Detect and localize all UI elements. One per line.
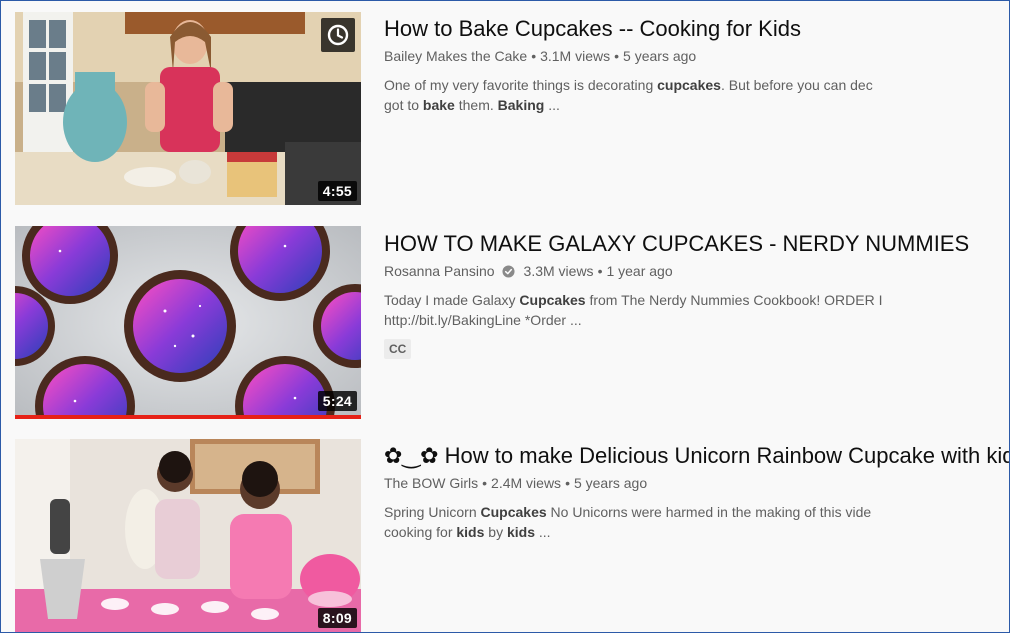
highlighted-term: cupcakes <box>657 77 721 93</box>
description-text: Spring Unicorn <box>384 504 481 520</box>
video-thumbnail[interactable]: 8:09 <box>15 439 361 632</box>
video-description: Today I made Galaxy Cupcakes from The Ne… <box>384 290 1009 330</box>
video-meta: ✿‿✿ How to make Delicious Unicorn Rainbo… <box>384 439 1009 542</box>
thumbnail-image-galaxy-cupcakes <box>15 226 361 419</box>
video-description: Spring Unicorn Cupcakes No Unicorns were… <box>384 502 1009 542</box>
highlighted-term: kids <box>456 524 485 540</box>
video-result[interactable]: 5:24 HOW TO MAKE GALAXY CUPCAKES - NERDY… <box>15 226 1009 421</box>
byline-separator: • <box>565 475 570 491</box>
highlighted-term: Cupcakes <box>480 504 547 520</box>
video-result[interactable]: 4:55 How to Bake Cupcakes -- Cooking for… <box>15 12 1009 207</box>
watched-progress-fill <box>15 415 361 419</box>
highlighted-term: Cupcakes <box>519 292 586 308</box>
byline-separator: • <box>482 475 488 491</box>
channel-name[interactable]: Bailey Makes the Cake <box>384 46 527 66</box>
description-text: ... <box>534 524 551 540</box>
video-thumbnail[interactable]: 5:24 <box>15 226 361 419</box>
watch-later-button[interactable] <box>321 18 355 52</box>
byline-separator: • <box>531 48 537 64</box>
video-thumbnail[interactable]: 4:55 <box>15 12 361 205</box>
video-duration: 5:24 <box>317 391 357 411</box>
clock-icon <box>327 24 349 46</box>
description-text: One of my very favorite things is decora… <box>384 77 658 93</box>
highlighted-term: bake <box>422 97 455 113</box>
channel-name[interactable]: The BOW Girls <box>384 473 478 493</box>
thumbnail-image-kitchen <box>15 12 361 205</box>
video-result[interactable]: 8:09 ✿‿✿ How to make Delicious Unicorn R… <box>15 439 1009 632</box>
description-text: ... <box>544 97 560 113</box>
byline-separator: • <box>597 263 603 279</box>
video-meta: HOW TO MAKE GALAXY CUPCAKES - NERDY NUMM… <box>384 226 1009 359</box>
video-byline: Bailey Makes the Cake • 3.1M views • 5 y… <box>384 46 1009 66</box>
video-title[interactable]: ✿‿✿ How to make Delicious Unicorn Rainbo… <box>384 442 1009 470</box>
video-byline: The BOW Girls • 2.4M views • 5 years ago <box>384 473 1009 493</box>
closed-captions-badge: CC <box>384 339 412 359</box>
view-count: 3.3M views <box>523 263 594 279</box>
video-duration: 8:09 <box>317 608 357 628</box>
highlighted-term: kids <box>506 524 535 540</box>
video-title[interactable]: HOW TO MAKE GALAXY CUPCAKES - NERDY NUMM… <box>384 230 1009 258</box>
video-title[interactable]: How to Bake Cupcakes -- Cooking for Kids <box>384 15 1009 43</box>
thumbnail-image-unicorn-cupcakes <box>15 439 361 632</box>
channel-name[interactable]: Rosanna Pansino <box>384 261 495 281</box>
verified-check-icon <box>501 264 515 278</box>
highlighted-term: Baking <box>497 97 545 113</box>
byline-separator: • <box>614 48 620 64</box>
upload-age: 5 years ago <box>623 48 697 64</box>
search-results-panel: 4:55 How to Bake Cupcakes -- Cooking for… <box>0 0 1010 633</box>
video-duration: 4:55 <box>317 181 357 201</box>
description-text: by <box>484 524 507 540</box>
video-meta: How to Bake Cupcakes -- Cooking for Kids… <box>384 12 1009 115</box>
description-text: them. <box>454 97 498 113</box>
video-byline: Rosanna Pansino 3.3M views • 1 year ago <box>384 261 1009 281</box>
view-count: 2.4M views <box>491 475 562 491</box>
upload-age: 1 year ago <box>606 263 673 279</box>
description-text: Today I made Galaxy <box>384 292 520 308</box>
view-count: 3.1M views <box>540 48 611 64</box>
watched-progress-bar <box>15 415 361 419</box>
video-description: One of my very favorite things is decora… <box>384 75 1009 115</box>
upload-age: 5 years ago <box>573 475 648 491</box>
